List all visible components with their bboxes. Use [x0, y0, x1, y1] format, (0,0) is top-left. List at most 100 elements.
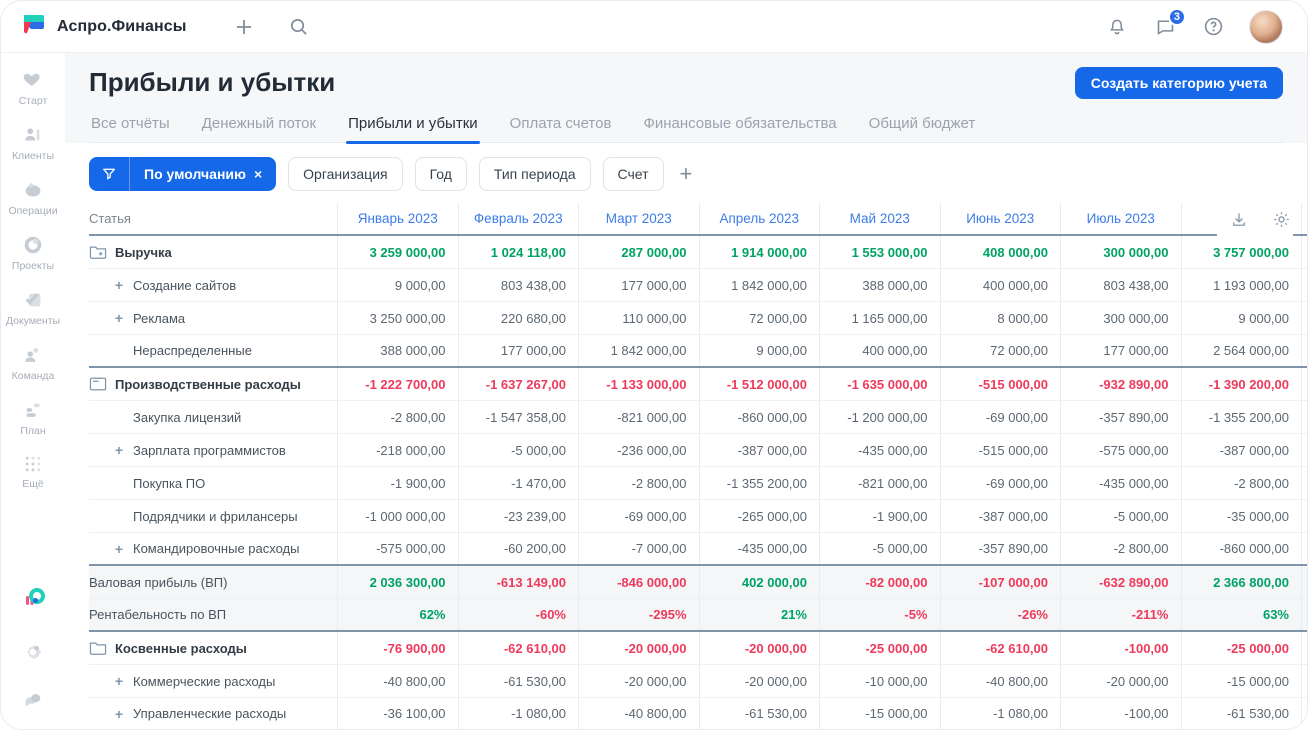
column-header-month[interactable]: Апрель 2023	[698, 203, 820, 234]
notifications-bell-icon[interactable]	[1105, 15, 1129, 39]
cell-clipped	[1301, 368, 1307, 400]
sidebar-item-plan[interactable]: План	[20, 399, 46, 437]
row-name: Закупка лицензий	[133, 409, 242, 425]
cell-value: 2 366 800,00	[1180, 566, 1302, 598]
folder-icon[interactable]	[89, 640, 107, 656]
tab-profit-loss[interactable]: Прибыли и убытки	[346, 111, 480, 144]
table-row[interactable]: Нераспределенные 388 000,00 177 000,00 1 84…	[89, 335, 1307, 368]
cell-value: -265 000,00	[698, 500, 820, 532]
tab-cash-flow[interactable]: Денежный поток	[200, 111, 318, 142]
expand-plus-icon[interactable]: +	[113, 277, 125, 293]
row-label: Рентабельность по ВП	[89, 599, 337, 630]
help-icon[interactable]	[1201, 15, 1225, 39]
sidebar-item-operations[interactable]: Операции	[8, 179, 58, 217]
cell-value: -20 000,00	[578, 665, 699, 697]
messages-icon[interactable]: 3	[1153, 7, 1186, 39]
sidebar-item-documents[interactable]: Документы	[6, 289, 60, 327]
cell-value: -62 610,00	[939, 632, 1061, 664]
sidebar-item-team[interactable]: Команда	[12, 344, 54, 382]
cell-value: 1 165 000,00	[819, 302, 940, 334]
add-icon[interactable]	[232, 15, 256, 39]
cell-value: 110 000,00	[578, 302, 699, 334]
sidebar-item-more[interactable]: Ещё	[22, 454, 44, 490]
cell-value: -575 000,00	[1060, 434, 1181, 466]
create-category-button[interactable]: Создать категорию учета	[1074, 67, 1283, 99]
column-header-month[interactable]: Июль 2023	[1060, 203, 1181, 234]
cell-value: -632 890,00	[1060, 566, 1181, 598]
table-row[interactable]: Выручка 3 259 000,00 1 024 118,00 287 000,0…	[89, 236, 1307, 269]
expand-plus-icon[interactable]: +	[113, 310, 125, 326]
row-label: + Управленческие расходы	[89, 698, 337, 729]
column-header-month[interactable]: Май 2023	[819, 203, 940, 234]
folder-plus-icon[interactable]	[89, 244, 107, 260]
cell-value: 388 000,00	[337, 335, 458, 366]
user-avatar[interactable]	[1249, 9, 1283, 44]
aspro-logo-icon[interactable]	[20, 585, 46, 616]
table-row[interactable]: Косвенные расходы -76 900,00 -62 610,00 -20…	[89, 632, 1307, 665]
table-row[interactable]: + Реклама 3 250 000,00 220 680,00 110 000,00…	[89, 302, 1307, 335]
column-header-month[interactable]: Январь 2023	[337, 203, 458, 234]
table-settings-gear-icon[interactable]	[1269, 208, 1293, 232]
tab-total-budget[interactable]: Общий бюджет	[867, 111, 978, 142]
table-row[interactable]: Подрядчики и фрилансеры -1 000 000,00 -23 …	[89, 500, 1307, 533]
table-row[interactable]: + Командировочные расходы -575 000,00 -60 2…	[89, 533, 1307, 566]
filter-chip-organization[interactable]: Организация	[288, 157, 403, 191]
row-name: Рентабельность по ВП	[89, 607, 227, 622]
table-row[interactable]: + Управленческие расходы -36 100,00 -1 080,…	[89, 698, 1307, 729]
table-row[interactable]: + Коммерческие расходы -40 800,00 -61 530,0…	[89, 665, 1307, 698]
cell-value: 803 438,00	[1060, 269, 1181, 301]
filter-chip-period-type[interactable]: Тип периода	[478, 157, 591, 191]
filter-bar: По умолчанию × Организация Год Тип перио…	[65, 143, 1307, 203]
active-filter-chip[interactable]: По умолчанию ×	[89, 157, 277, 191]
more-grid-icon	[23, 454, 43, 474]
cell-value: -2 800,00	[1060, 533, 1181, 564]
cell-value: -40 800,00	[337, 665, 458, 697]
search-icon[interactable]	[286, 15, 310, 39]
tab-invoices[interactable]: Оплата счетов	[508, 111, 614, 142]
row-name: Зарплата программистов	[133, 442, 286, 458]
column-header-month[interactable]: Июнь 2023	[939, 203, 1061, 234]
table-row[interactable]: Покупка ПО -1 900,00 -1 470,00 -2 800,00 -1 …	[89, 467, 1307, 500]
card-minus-icon[interactable]	[89, 376, 107, 392]
cell-value: 1 193 000,00	[1180, 269, 1302, 301]
column-header-month[interactable]: Февраль 2023	[457, 203, 579, 234]
cell-value: 9 000,00	[1180, 302, 1302, 334]
tab-financial-obligations[interactable]: Финансовые обязательства	[641, 111, 838, 142]
sidebar-item-start[interactable]: Старт	[19, 69, 47, 107]
row-label: Покупка ПО	[89, 467, 337, 499]
column-header-month[interactable]: Март 2023	[578, 203, 699, 234]
settings-gear-icon[interactable]	[21, 640, 45, 664]
filter-chip-year[interactable]: Год	[414, 157, 467, 191]
row-label: + Зарплата программистов	[89, 434, 337, 466]
filter-chip-account[interactable]: Счет	[602, 157, 664, 191]
row-name: Командировочные расходы	[133, 541, 300, 556]
cell-clipped	[1301, 236, 1307, 268]
table-row[interactable]: Валовая прибыль (ВП) 2 036 300,00 -613 149…	[89, 566, 1307, 599]
add-filter-icon[interactable]: +	[680, 163, 693, 185]
expand-plus-icon[interactable]: +	[113, 442, 125, 458]
table-row[interactable]: Производственные расходы -1 222 700,00 -1 …	[89, 368, 1307, 401]
feedback-chat-icon[interactable]	[21, 688, 45, 712]
plan-icon	[22, 399, 44, 421]
row-name: Покупка ПО	[133, 475, 206, 491]
brand[interactable]: Аспро.Финансы	[21, 11, 186, 42]
expand-plus-icon[interactable]: +	[113, 673, 125, 689]
expand-plus-icon[interactable]: +	[113, 541, 125, 557]
page-header: Прибыли и убытки Создать категорию учета…	[65, 53, 1307, 144]
cell-value: 1 024 118,00	[457, 236, 579, 268]
clear-filter-icon[interactable]: ×	[254, 166, 276, 182]
row-name: Косвенные расходы	[115, 640, 247, 656]
sidebar-item-clients[interactable]: Клиенты	[12, 124, 54, 162]
table-row[interactable]: + Зарплата программистов -218 000,00 -5 000…	[89, 434, 1307, 467]
table-row[interactable]: + Создание сайтов 9 000,00 803 438,00 177 00…	[89, 269, 1307, 302]
download-icon[interactable]	[1227, 208, 1251, 232]
table-row[interactable]: Рентабельность по ВП 62% -60% -295% 21% -5% -2…	[89, 599, 1307, 632]
table-row[interactable]: Закупка лицензий -2 800,00 -1 547 358,00 -8…	[89, 401, 1307, 434]
row-label: Нераспределенные	[89, 335, 337, 366]
sidebar-item-projects[interactable]: Проекты	[12, 234, 54, 272]
expand-plus-icon[interactable]: +	[113, 706, 125, 722]
cell-value: 3 250 000,00	[337, 302, 458, 334]
cell-value: 2 564 000,00	[1180, 335, 1302, 366]
heart-icon	[22, 69, 44, 91]
tab-all-reports[interactable]: Все отчёты	[89, 111, 172, 142]
